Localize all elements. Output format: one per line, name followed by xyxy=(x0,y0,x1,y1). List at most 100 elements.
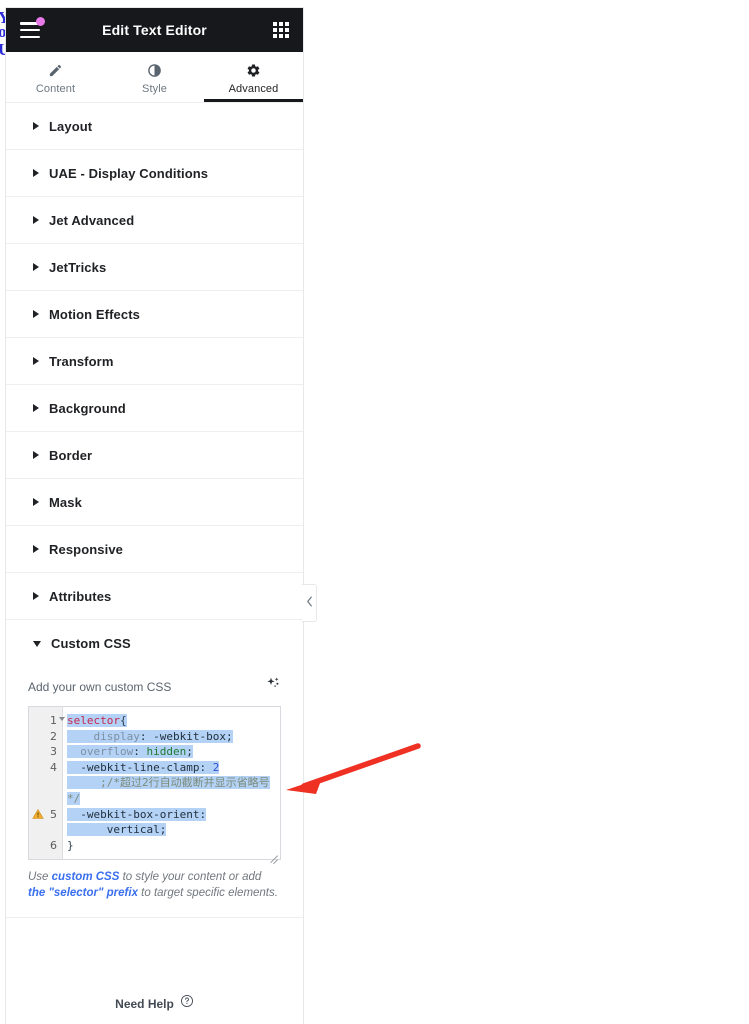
chevron-right-icon xyxy=(33,592,39,600)
gutter-line-5[interactable]: 5 xyxy=(29,807,62,823)
section-uae-display-conditions-label: UAE - Display Conditions xyxy=(49,165,209,181)
section-background: Background xyxy=(6,385,303,432)
gutter-line-6[interactable]: 6 xyxy=(29,838,62,854)
section-mask-label: Mask xyxy=(49,494,82,510)
grid-dot xyxy=(285,28,289,32)
gear-icon xyxy=(246,63,261,78)
section-responsive: Responsive xyxy=(6,526,303,573)
hint-part-2: to style your content or add xyxy=(119,871,262,884)
section-background-header[interactable]: Background xyxy=(6,385,303,431)
section-custom-css: Custom CSS Add your own custom CSS 1 2 3… xyxy=(6,620,303,919)
gutter-line-1[interactable]: 1 xyxy=(29,713,65,729)
code-token-selector: selector xyxy=(67,714,120,727)
grid-dot xyxy=(273,22,277,26)
section-layout: Layout xyxy=(6,103,303,150)
grid-dot xyxy=(273,28,277,32)
custom-css-code-editor[interactable]: 1 2 3 4 5 6 selector{display: -webkit-b… xyxy=(28,706,281,865)
hint-link-custom-css[interactable]: custom CSS xyxy=(52,871,120,883)
section-jet-advanced-label: Jet Advanced xyxy=(49,212,135,228)
chevron-right-icon xyxy=(33,404,39,412)
code-token-orient-prop: -webkit-box-orient: xyxy=(80,807,207,821)
chevron-right-icon xyxy=(33,545,39,553)
chevron-right-icon xyxy=(33,451,39,459)
chevron-right-icon xyxy=(33,169,39,177)
code-token-orient-value: vertical; xyxy=(106,823,167,837)
code-text-area[interactable]: selector{ display: -webkit-box; overflow… xyxy=(63,707,280,859)
tab-advanced-label: Advanced xyxy=(228,83,279,95)
section-uae-display-conditions: UAE - Display Conditions xyxy=(6,150,303,197)
hint-link-selector-prefix[interactable]: the "selector" prefix xyxy=(28,887,138,899)
tab-advanced[interactable]: Advanced xyxy=(204,52,303,102)
section-border: Border xyxy=(6,432,303,479)
gutter-spacer xyxy=(29,775,62,791)
section-uae-display-conditions-header[interactable]: UAE - Display Conditions xyxy=(6,150,303,196)
tab-content[interactable]: Content xyxy=(6,52,105,102)
code-token-overflow-prop: overflow xyxy=(80,745,134,759)
section-border-header[interactable]: Border xyxy=(6,432,303,478)
section-motion-effects-header[interactable]: Motion Effects xyxy=(6,291,303,337)
custom-css-field-label: Add your own custom CSS xyxy=(28,679,172,694)
hamburger-menu-icon[interactable] xyxy=(20,17,45,38)
question-mark-circle-icon xyxy=(180,994,194,1013)
code-token-open-brace: { xyxy=(119,714,127,727)
code-token-overflow-value: hidden xyxy=(146,745,187,759)
gutter-line-4[interactable]: 4 xyxy=(29,760,62,776)
chevron-right-icon xyxy=(33,498,39,506)
section-background-label: Background xyxy=(49,400,126,416)
section-mask-header[interactable]: Mask xyxy=(6,479,303,525)
gutter-line-2[interactable]: 2 xyxy=(29,729,62,745)
grid-apps-icon[interactable] xyxy=(273,22,289,38)
hamburger-bar xyxy=(20,28,40,32)
tab-content-label: Content xyxy=(35,83,76,95)
custom-css-hint: Use custom CSS to style your content or … xyxy=(28,869,281,901)
need-help-label: Need Help xyxy=(115,996,174,1011)
code-token-semicolon: ; xyxy=(186,745,193,759)
advanced-sections-accordion: Layout UAE - Display Conditions Jet Adva… xyxy=(6,103,303,919)
chevron-left-icon xyxy=(306,594,313,612)
textarea-resize-handle[interactable] xyxy=(267,846,279,865)
section-responsive-label: Responsive xyxy=(49,541,123,557)
ai-sparkle-icon[interactable] xyxy=(265,676,281,697)
chevron-right-icon xyxy=(33,122,39,130)
section-border-label: Border xyxy=(49,447,93,463)
gutter-line-number: 4 xyxy=(50,760,57,774)
section-responsive-header[interactable]: Responsive xyxy=(6,526,303,572)
elementor-editor-panel: Edit Text Editor Content Style Advanced … xyxy=(6,8,303,1024)
hint-part-1: Use xyxy=(28,871,52,884)
screenshot-root: Y o U Edit Text Editor Content Style Adv… xyxy=(0,0,749,1024)
tab-style-label: Style xyxy=(142,83,167,95)
section-mask: Mask xyxy=(6,479,303,526)
chevron-right-icon xyxy=(33,263,39,271)
hint-part-3: to target specific elements. xyxy=(137,887,278,900)
notification-dot-icon xyxy=(36,17,45,26)
section-motion-effects-label: Motion Effects xyxy=(49,306,140,322)
section-jet-advanced-header[interactable]: Jet Advanced xyxy=(6,197,303,243)
panel-header: Edit Text Editor xyxy=(6,8,303,52)
custom-css-body: Add your own custom CSS 1 2 3 4 5 6 sele… xyxy=(6,666,303,917)
tab-style[interactable]: Style xyxy=(105,52,204,102)
grid-dot xyxy=(279,34,283,38)
grid-dot xyxy=(285,22,289,26)
section-custom-css-label: Custom CSS xyxy=(51,635,131,651)
panel-collapse-handle[interactable] xyxy=(302,584,317,622)
gutter-line-number: 6 xyxy=(50,838,57,852)
section-custom-css-header[interactable]: Custom CSS xyxy=(6,620,303,666)
gutter-line-3[interactable]: 3 xyxy=(29,744,62,760)
gutter-line-number: 2 xyxy=(50,729,57,743)
section-jet-advanced: Jet Advanced xyxy=(6,197,303,244)
grid-dot xyxy=(285,34,289,38)
gutter-spacer xyxy=(29,822,62,838)
section-jettricks-label: JetTricks xyxy=(49,259,107,275)
section-attributes: Attributes xyxy=(6,573,303,620)
grid-dot xyxy=(273,34,277,38)
gutter-spacer xyxy=(29,791,62,807)
section-transform-header[interactable]: Transform xyxy=(6,338,303,384)
section-jettricks-header[interactable]: JetTricks xyxy=(6,244,303,290)
need-help-button[interactable]: Need Help xyxy=(6,918,303,1013)
pencil-icon xyxy=(48,63,63,78)
section-attributes-header[interactable]: Attributes xyxy=(6,573,303,619)
section-motion-effects: Motion Effects xyxy=(6,291,303,338)
section-layout-header[interactable]: Layout xyxy=(6,103,303,149)
code-selection: selector{ display: -webkit-box; overflow… xyxy=(67,714,270,837)
chevron-right-icon xyxy=(33,216,39,224)
